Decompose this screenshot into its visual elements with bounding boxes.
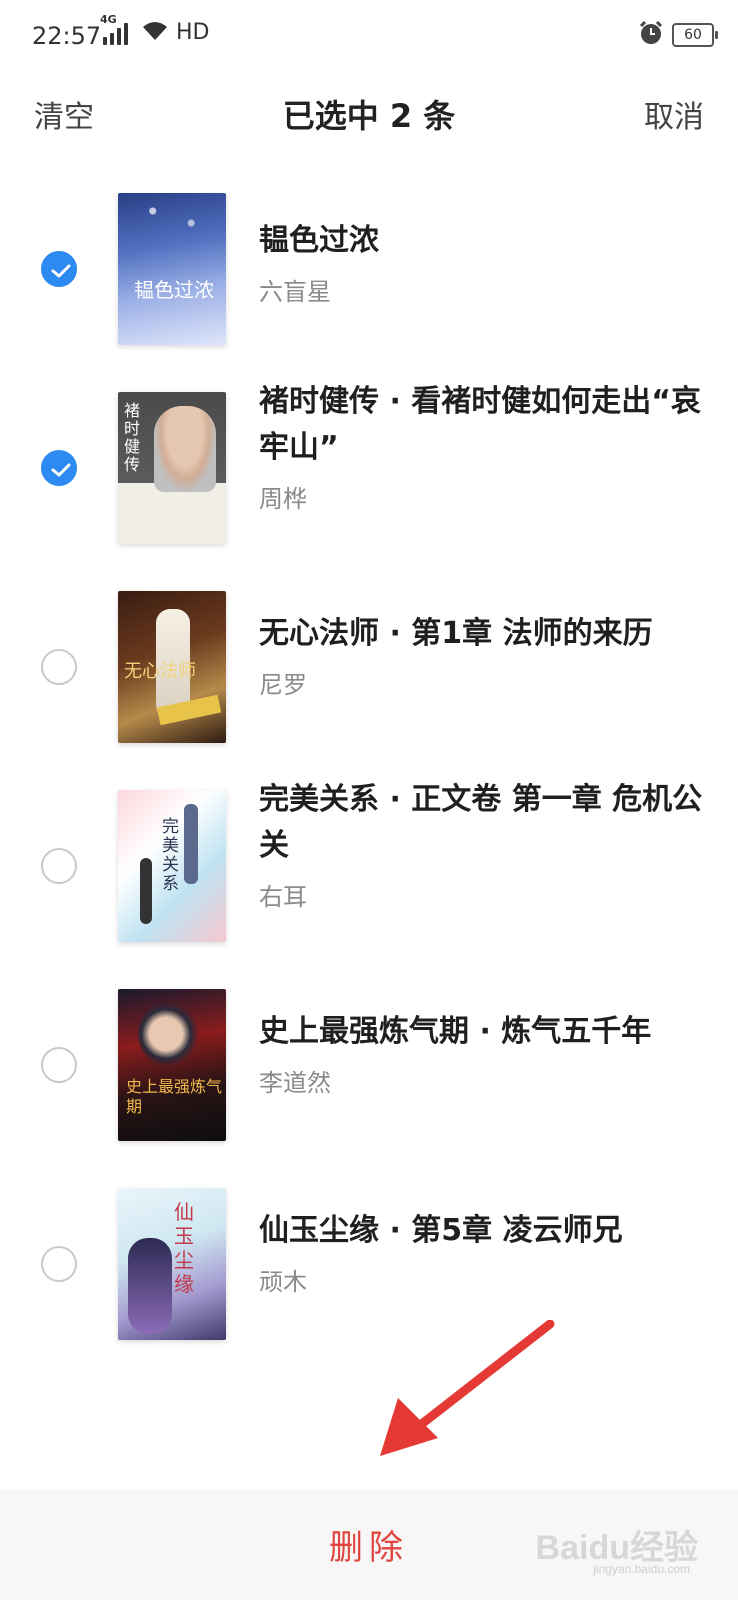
status-right-icons: 60 (638, 20, 718, 50)
cover-title: 仙玉尘缘 (174, 1200, 194, 1296)
book-info: 韫色过浓 六盲星 (259, 218, 709, 307)
book-item[interactable]: 韫色过浓 韫色过浓 六盲星 (0, 180, 738, 345)
signal-icon: 4G (100, 13, 128, 45)
status-bar: 22:57 4G HD 60 (0, 0, 738, 76)
book-info: 完美关系 · 正文卷 第一章 危机公关 右耳 (259, 777, 709, 912)
battery-icon: 60 (672, 23, 718, 47)
book-cover: 韫色过浓 (118, 193, 226, 345)
annotation-arrow-icon (380, 1320, 555, 1456)
checkmark-icon (51, 264, 71, 278)
book-item[interactable]: 无心法师 无心法师 · 第1章 法师的来历 尼罗 (0, 578, 738, 743)
book-title: 韫色过浓 (259, 223, 379, 258)
book-item[interactable]: 史上最强炼气期 史上最强炼气期 · 炼气五千年 李道然 (0, 976, 738, 1141)
book-author: 右耳 (259, 883, 307, 911)
book-title: 史上最强炼气期 · 炼气五千年 (259, 1014, 652, 1049)
cover-title: 史上最强炼气期 (126, 1077, 223, 1116)
book-cover: 史上最强炼气期 (118, 989, 226, 1141)
book-checkbox[interactable] (41, 450, 77, 486)
book-item[interactable]: 完美关系 完美关系 · 正文卷 第一章 危机公关 右耳 (0, 777, 738, 942)
book-title: 无心法师 · 第1章 法师的来历 (259, 616, 653, 651)
cover-title: 褚时健传 (124, 401, 141, 474)
book-title: 褚时健传 · 看褚时健如何走出“哀牢山” (259, 384, 702, 465)
book-cover: 褚时健传 (118, 392, 226, 544)
book-cover: 完美关系 (118, 790, 226, 942)
book-cover: 无心法师 (118, 591, 226, 743)
book-item[interactable]: 褚时健传 褚时健传 · 看褚时健如何走出“哀牢山” 周桦 (0, 379, 738, 544)
book-checkbox[interactable] (41, 649, 77, 685)
watermark-url: jingyan.baidu.com (593, 1562, 690, 1576)
cover-title: 完美关系 (162, 817, 179, 894)
book-author: 李道然 (259, 1069, 331, 1097)
wifi-icon (142, 21, 168, 45)
cover-title: 韫色过浓 (134, 278, 214, 302)
network-type-label: 4G (100, 12, 117, 26)
selection-header: 清空 已选中 2 条 取消 (0, 76, 738, 152)
book-info: 仙玉尘缘 · 第5章 凌云师兄 顽木 (259, 1208, 709, 1297)
book-title: 仙玉尘缘 · 第5章 凌云师兄 (259, 1213, 623, 1248)
book-author: 尼罗 (259, 671, 307, 699)
book-checkbox[interactable] (41, 848, 77, 884)
book-item[interactable]: 仙玉尘缘 仙玉尘缘 · 第5章 凌云师兄 顽木 (0, 1175, 738, 1340)
book-checkbox[interactable] (41, 1047, 77, 1083)
book-author: 周桦 (259, 485, 307, 513)
status-icons: 4G HD (100, 13, 210, 46)
cover-title: 无心法师 (124, 661, 196, 682)
book-info: 无心法师 · 第1章 法师的来历 尼罗 (259, 611, 709, 700)
book-author: 顽木 (259, 1268, 307, 1296)
book-info: 史上最强炼气期 · 炼气五千年 李道然 (259, 1009, 709, 1098)
hd-label: HD (176, 20, 210, 45)
book-cover: 仙玉尘缘 (118, 1188, 226, 1340)
page-title: 已选中 2 条 (282, 97, 456, 135)
book-title: 完美关系 · 正文卷 第一章 危机公关 (259, 782, 703, 863)
book-checkbox[interactable] (41, 251, 77, 287)
book-checkbox[interactable] (41, 1246, 77, 1282)
book-author: 六盲星 (259, 278, 331, 306)
alarm-icon (638, 20, 664, 50)
book-info: 褚时健传 · 看褚时健如何走出“哀牢山” 周桦 (259, 379, 709, 514)
checkmark-icon (51, 463, 71, 477)
cancel-button[interactable]: 取消 (644, 92, 704, 136)
status-time: 22:57 (32, 22, 102, 50)
